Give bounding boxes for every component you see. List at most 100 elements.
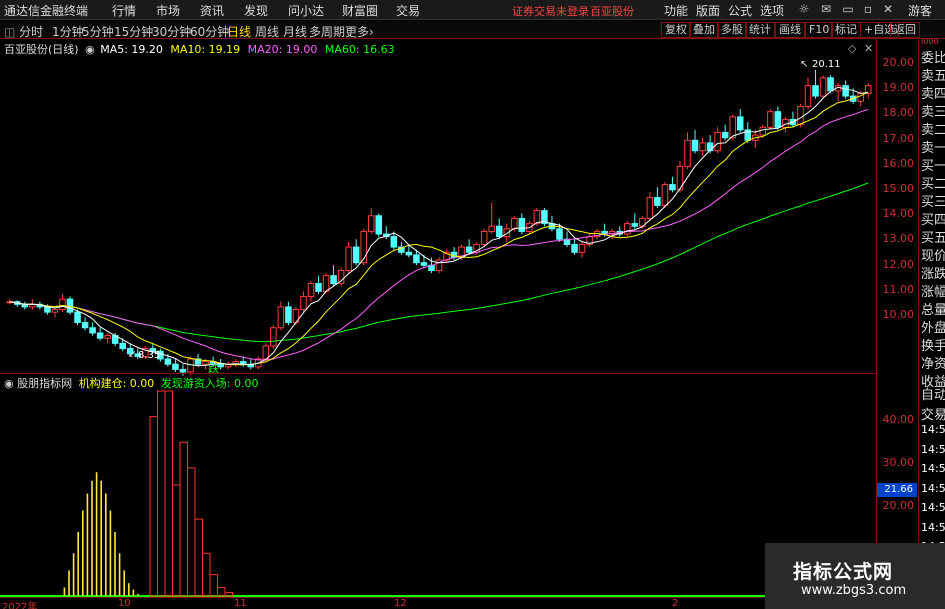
high-marker-icon: ↖ bbox=[800, 59, 809, 70]
tool-overlay[interactable]: 叠加 bbox=[689, 22, 719, 38]
candle-body bbox=[352, 246, 360, 264]
period-intraday[interactable]: ◫ 分时 bbox=[4, 23, 43, 40]
quote-panel-item[interactable]: 现价 bbox=[921, 245, 945, 264]
quote-panel-item[interactable]: 卖三 bbox=[921, 101, 945, 120]
quote-panel-item[interactable]: 14:56 bbox=[921, 462, 945, 475]
candle-body bbox=[300, 296, 307, 311]
menu-functions[interactable]: 功能 bbox=[664, 2, 688, 19]
close-icon[interactable]: ✕ bbox=[880, 2, 896, 16]
menu-market[interactable]: 市场 bbox=[156, 2, 180, 19]
high-price-label: 20.11 bbox=[812, 59, 841, 70]
candle-body bbox=[774, 111, 782, 128]
quote-panel-item[interactable]: 卖五 bbox=[921, 65, 945, 84]
candle-body bbox=[96, 332, 104, 339]
indicator-chart bbox=[0, 390, 876, 597]
mail-icon[interactable]: ✉ bbox=[818, 2, 834, 16]
diamond-icon[interactable]: ◇ bbox=[848, 42, 856, 55]
candle-body bbox=[842, 85, 849, 97]
app-title: 通达信金融终端 bbox=[4, 4, 89, 18]
candle-body bbox=[405, 251, 413, 256]
quote-panel-item[interactable]: 买四 bbox=[921, 209, 945, 228]
candle-body bbox=[699, 142, 706, 152]
candle-body bbox=[262, 345, 270, 360]
restore-icon[interactable]: ▫ bbox=[860, 2, 876, 16]
minimize-icon[interactable]: ▭ bbox=[840, 2, 856, 16]
quote-panel-item[interactable]: 14:56 bbox=[921, 423, 945, 436]
tool-back[interactable]: 返回 bbox=[890, 22, 920, 38]
quote-panel-item[interactable]: 卖二 bbox=[921, 119, 945, 138]
chart-canvas[interactable] bbox=[0, 39, 876, 597]
quote-panel-item[interactable]: 买一 bbox=[921, 155, 945, 174]
quote-panel: I000 委比 卖五 卖四 卖三 卖二 卖一 买一 买二 买三 买四 买五 现价 涨跌 涨幅 总量 外盘 换手净… bbox=[918, 37, 945, 609]
candle-body bbox=[74, 311, 81, 324]
collapse-icon[interactable]: ✕ bbox=[864, 42, 873, 55]
indicator-line2: 发现游资入场: 0.00 bbox=[160, 377, 259, 390]
indicator-name: 股朋指标网 bbox=[17, 377, 73, 390]
quote-panel-item[interactable]: 换手 bbox=[921, 335, 945, 354]
price-tick: 15.00 bbox=[882, 182, 915, 195]
quote-panel-item[interactable]: 买二 bbox=[921, 173, 945, 192]
period-more[interactable]: 更多› bbox=[345, 23, 374, 40]
period-monthly[interactable]: 月线 bbox=[283, 23, 307, 40]
period-30min[interactable]: 30分钟 bbox=[152, 23, 191, 40]
menu-discover[interactable]: 发现 bbox=[244, 2, 268, 19]
menu-wealth[interactable]: 财富圈 bbox=[342, 2, 378, 19]
theme-icon[interactable]: ☼ bbox=[796, 2, 812, 16]
menu-formula[interactable]: 公式 bbox=[728, 2, 752, 19]
quote-panel-item[interactable]: 自动 bbox=[921, 384, 945, 403]
chart-stock-title: 百亚股份(日线) bbox=[4, 43, 79, 56]
period-daily[interactable]: 日线 bbox=[227, 23, 251, 40]
candle-body bbox=[179, 368, 187, 373]
quote-panel-item[interactable]: 14:56 bbox=[921, 521, 945, 534]
period-label: 分时 bbox=[19, 25, 44, 39]
menu-quotes[interactable]: 行情 bbox=[112, 2, 136, 19]
tool-f10[interactable]: F10 bbox=[805, 22, 834, 38]
menu-news[interactable]: 资讯 bbox=[200, 2, 224, 19]
menu-layout[interactable]: 版面 bbox=[696, 2, 720, 19]
menu-assistant[interactable]: 问小达 bbox=[288, 2, 324, 19]
period-5min[interactable]: 5分钟 bbox=[82, 23, 114, 40]
tool-adjust[interactable]: 复权 bbox=[661, 22, 691, 38]
candle-body bbox=[533, 210, 541, 225]
quote-panel-item[interactable]: 外盘 bbox=[921, 317, 945, 336]
tool-draw[interactable]: 画线 bbox=[775, 22, 805, 38]
quote-panel-item[interactable]: 涨跌 bbox=[921, 263, 945, 282]
quote-panel-item[interactable]: 卖一 bbox=[921, 137, 945, 156]
quote-panel-item[interactable]: 买三 bbox=[921, 191, 945, 210]
menu-trade[interactable]: 交易 bbox=[396, 2, 420, 19]
period-multi[interactable]: 多周期 bbox=[309, 23, 345, 40]
chart-header: 百亚股份(日线) ◉ MA5: 19.20 MA10: 19.19 MA20: … bbox=[4, 41, 395, 56]
period-60min[interactable]: 60分钟 bbox=[190, 23, 229, 40]
inflow-bar bbox=[217, 586, 226, 597]
quote-panel-item[interactable]: 14:56 bbox=[921, 443, 945, 456]
candle-body bbox=[277, 306, 285, 329]
candle-body bbox=[623, 223, 631, 235]
quote-panel-item[interactable]: 14:56 bbox=[921, 501, 945, 514]
tool-multi-stock[interactable]: 多股 bbox=[717, 22, 747, 38]
price-tick: 12.00 bbox=[882, 258, 915, 271]
x-tick: 12 bbox=[394, 598, 407, 609]
guest-label[interactable]: 游客 bbox=[908, 2, 932, 19]
quote-panel-item[interactable]: 14:56 bbox=[921, 482, 945, 495]
quote-panel-item[interactable]: 净资 bbox=[921, 353, 945, 372]
watermark-url: www.zbgs3.com bbox=[801, 583, 907, 598]
quote-panel-item[interactable]: 交易 bbox=[921, 404, 945, 423]
inflow-bar bbox=[194, 518, 203, 597]
period-weekly[interactable]: 周线 bbox=[255, 23, 279, 40]
period-15min[interactable]: 15分钟 bbox=[114, 23, 153, 40]
chart-settings-icon[interactable]: ◉ bbox=[85, 43, 95, 56]
tool-stats[interactable]: 统计 bbox=[745, 22, 775, 38]
candle-body bbox=[556, 228, 563, 240]
quote-panel-item[interactable]: 卖四 bbox=[921, 83, 945, 102]
indicator-settings-icon[interactable]: ◉ bbox=[4, 377, 14, 390]
menu-options[interactable]: 选项 bbox=[760, 2, 784, 19]
candle-body bbox=[104, 335, 111, 339]
quote-panel-item[interactable]: 涨幅 bbox=[921, 281, 945, 300]
watermark-title: 指标公式网 bbox=[793, 561, 894, 583]
login-warning[interactable]: 证券交易未登录 bbox=[512, 3, 589, 19]
quote-panel-item[interactable]: 买五 bbox=[921, 227, 945, 246]
tool-mark[interactable]: 标记 bbox=[831, 22, 861, 38]
quote-panel-item[interactable]: 委比 bbox=[921, 47, 945, 66]
quote-panel-item[interactable]: 总量 bbox=[921, 299, 945, 318]
period-1min[interactable]: 1分钟 bbox=[52, 23, 84, 40]
